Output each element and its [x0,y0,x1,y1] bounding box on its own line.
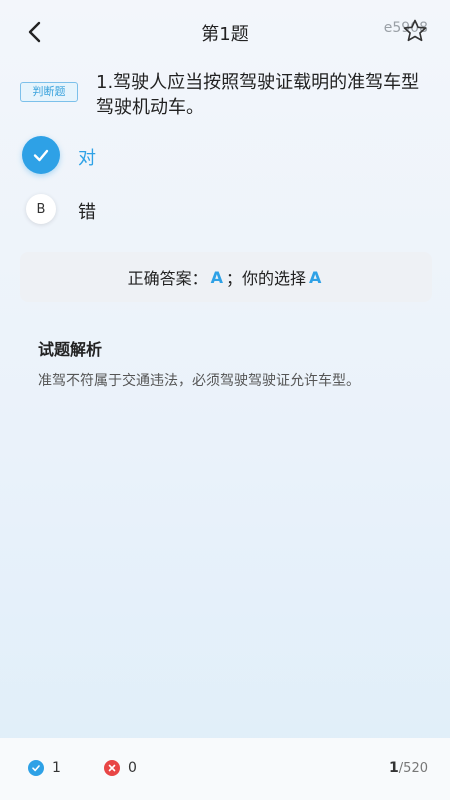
correct-count-value: 1 [52,760,61,776]
explanation-title: 试题解析 [38,340,103,359]
question-text: 1.驾驶人应当按照驾驶证载明的准驾车型驾驶机动车。 [96,72,420,118]
wrong-count-value: 0 [128,760,137,776]
question-type-badge: 判断题 [20,82,78,102]
page-title: 第1题 [201,24,249,45]
wrong-count[interactable]: 0 [104,758,137,778]
wrong-x-icon [104,760,120,776]
favorite-star-icon[interactable] [402,18,428,44]
answer-summary: 正确答案： A ；你的选择 A [20,252,432,302]
option-a-check-icon [22,136,60,174]
progress-total: /520 [398,761,428,776]
progress-current: 1 [389,760,399,776]
option-b-label: 错 [78,202,96,223]
correct-check-icon [28,760,44,776]
correct-answer: A [210,267,223,287]
header: 第1题 e5908 [0,0,450,64]
answer-prefix: 正确答案： [127,269,208,288]
option-a-label: 对 [78,148,96,169]
chosen-answer: A [309,267,322,287]
question-progress[interactable]: 1/520 [389,760,428,776]
option-b-letter: B [26,194,56,224]
answer-separator: ；你的选择 [226,269,307,288]
correct-count[interactable]: 1 [28,758,61,778]
explanation-text: 准驾不符属于交通违法，必须驾驶驾驶证允许车型。 [38,373,360,389]
footer-bar: 1 0 1/520 [0,738,450,800]
